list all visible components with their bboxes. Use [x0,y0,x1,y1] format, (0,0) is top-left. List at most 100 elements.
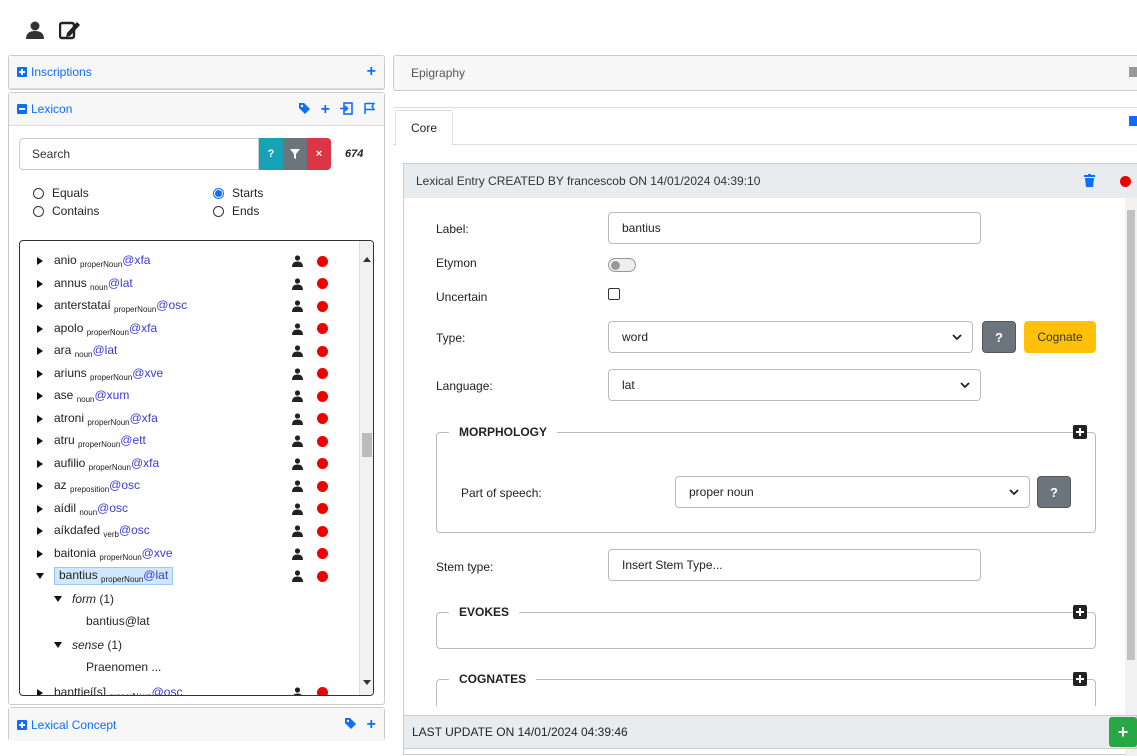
expand-icon[interactable] [17,67,27,77]
tree-item-label[interactable]: anio properNoun@xfa [54,253,150,269]
tree-subitem[interactable]: sense (1) [54,635,122,655]
trash-icon[interactable] [1084,174,1095,190]
tree-item[interactable]: baitonia properNoun@xve [20,544,173,564]
edit-icon[interactable] [59,20,81,40]
type-select[interactable]: word [608,321,973,353]
caret-right-icon[interactable] [36,369,44,378]
tree-item[interactable]: ariuns properNoun@xve [20,364,163,384]
tree-item[interactable]: apolo properNoun@xfa [20,319,157,339]
tree-item-label[interactable]: az preposition@osc [54,478,140,494]
search-input[interactable]: Search [19,138,259,170]
caret-right-icon[interactable] [36,459,44,468]
tree-item-label[interactable]: aufilio properNoun@xfa [54,456,159,472]
etymon-toggle[interactable] [608,258,636,272]
caret-right-icon[interactable] [36,347,44,355]
caret-right-icon[interactable] [36,437,44,445]
tree-item[interactable]: atroni properNoun@xfa [20,409,158,429]
radio-dot[interactable] [213,187,224,199]
radio-starts[interactable]: Starts [213,186,333,200]
radio-dot[interactable] [213,205,224,217]
tree-item-label[interactable]: atru properNoun@ett [54,433,146,449]
epigraphy-header[interactable]: Epigraphy [393,55,1137,91]
tree-item-label[interactable]: atroni properNoun@xfa [54,411,158,427]
tree-item-label[interactable]: baitonia properNoun@xve [54,546,173,562]
tree-item-label[interactable]: apolo properNoun@xfa [54,321,157,337]
caret-right-icon[interactable] [36,324,44,333]
tree-item[interactable]: az preposition@osc [20,476,140,496]
add-morphology-button[interactable] [1073,425,1087,439]
caret-right-icon[interactable] [36,392,44,400]
tree-item[interactable]: aíkdafed verb@osc [20,521,150,541]
add-button[interactable]: + [1109,717,1137,747]
cognate-button[interactable]: Cognate [1024,321,1096,353]
label-input[interactable]: bantius [608,212,981,244]
add-concept-button[interactable]: + [367,717,376,733]
tag-icon[interactable] [298,102,311,118]
caret-right-icon[interactable] [36,549,44,558]
tree-item[interactable]: aufilio properNoun@xfa [20,454,159,474]
tree-item-label[interactable]: ariuns properNoun@xve [54,366,163,382]
caret-right-icon[interactable] [36,414,44,423]
add-cognate-button[interactable] [1073,672,1087,686]
lexical-concept-header[interactable]: Lexical Concept + [9,708,384,741]
tab-core[interactable]: Core [395,110,453,146]
caret-right-icon[interactable] [36,257,44,265]
tree-item[interactable]: atru properNoun@ett [20,431,146,451]
minimize-icon[interactable] [1129,67,1137,77]
radio-dot[interactable] [33,187,44,199]
lexicon-title[interactable]: Lexicon [31,102,72,116]
tree-item[interactable]: ase noun@xum [20,386,129,406]
form-value[interactable]: bantius@lat [86,614,150,628]
caret-right-icon[interactable] [36,504,44,513]
tree-item-label[interactable]: banttieí[s] properNoun@osc [54,685,182,696]
help-button[interactable]: ? [259,138,283,170]
tree-scrollbar[interactable] [359,241,373,695]
lexicon-tree[interactable]: anio properNoun@xfa annus noun@lat anterst… [19,240,374,696]
entry-scrollbar[interactable] [1125,198,1137,756]
tree-item-label[interactable]: bantius properNoun@lat [54,567,174,585]
lexicon-header[interactable]: Lexicon + [9,93,384,126]
inscriptions-title[interactable]: Inscriptions [31,65,92,79]
radio-ends[interactable]: Ends [213,204,333,218]
tag-icon[interactable] [344,717,357,733]
scroll-thumb[interactable] [1127,210,1135,660]
add-inscription-button[interactable]: + [367,64,376,80]
tree-item-label[interactable]: ase noun@xum [54,388,129,404]
type-help-button[interactable]: ? [982,321,1016,353]
expand-icon[interactable] [17,719,27,730]
flag-icon[interactable] [363,102,376,118]
import-icon[interactable] [340,102,353,118]
tree-item-label[interactable]: ara noun@lat [54,343,117,359]
pos-select[interactable]: proper noun [675,476,1030,508]
caret-down-icon[interactable] [54,595,62,603]
clear-search-button[interactable]: × [307,138,331,170]
tree-item-label[interactable]: anterstataí properNoun@osc [54,298,187,314]
inscriptions-header[interactable]: Inscriptions + [9,56,384,89]
uncertain-checkbox[interactable] [608,288,620,300]
epigraphy-title[interactable]: Epigraphy [411,66,465,80]
stem-type-input[interactable]: Insert Stem Type... [608,549,981,581]
caret-right-icon[interactable] [36,688,44,697]
caret-right-icon[interactable] [36,527,44,535]
add-entry-button[interactable]: + [321,102,330,118]
tree-item[interactable]: anio properNoun@xfa [20,251,150,271]
tree-item-label[interactable]: aídil noun@osc [54,501,128,517]
tree-item[interactable]: annus noun@lat [20,274,133,294]
add-evokes-button[interactable] [1073,605,1087,619]
collapse-icon[interactable] [17,104,27,114]
tree-item[interactable]: anterstataí properNoun@osc [20,296,187,316]
sense-value[interactable]: Praenomen ... [86,660,161,674]
radio-equals[interactable]: Equals [33,186,213,200]
tree-item-label[interactable]: annus noun@lat [54,276,133,292]
tree-subitem[interactable]: form (1) [54,589,114,609]
tree-item[interactable]: aídil noun@osc [20,499,128,519]
tree-subitem[interactable]: bantius@lat [86,611,150,631]
lexical-concept-title[interactable]: Lexical Concept [31,718,116,732]
tree-item[interactable]: banttieí[s] properNoun@osc [20,683,182,697]
tree-item-label[interactable]: aíkdafed verb@osc [54,523,150,539]
filter-button[interactable] [283,138,307,170]
tree-subitem[interactable]: Praenomen ... [86,657,161,677]
caret-down-icon[interactable] [54,641,62,649]
collapse-icon[interactable] [1129,116,1137,126]
caret-right-icon[interactable] [36,482,44,490]
